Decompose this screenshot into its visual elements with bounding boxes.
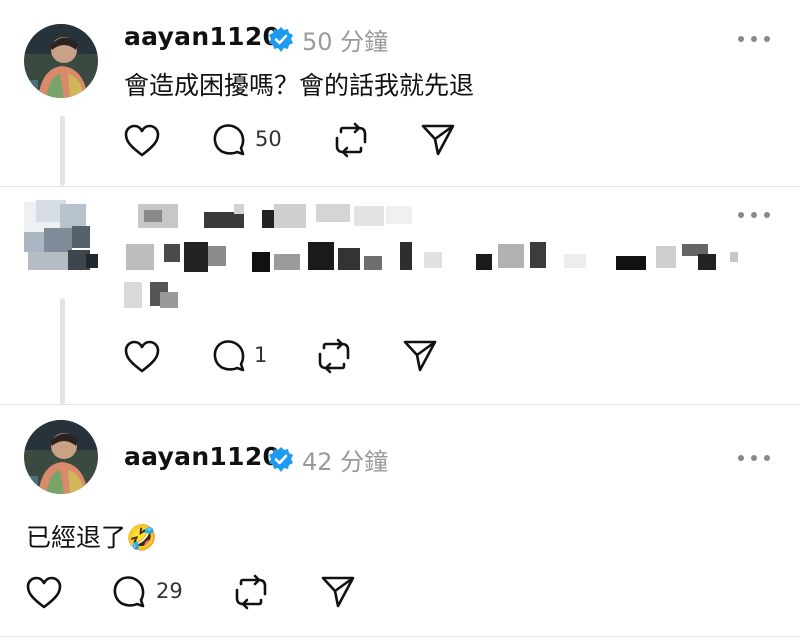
reply-count: 1 — [254, 343, 268, 367]
send-icon[interactable] — [420, 122, 456, 158]
thread-line — [60, 298, 65, 404]
more-icon[interactable] — [738, 34, 770, 44]
reply-count: 50 — [255, 127, 282, 151]
more-icon[interactable] — [738, 453, 770, 463]
repost-icon[interactable] — [233, 574, 269, 610]
username[interactable]: aayan1120 — [124, 22, 280, 51]
avatar[interactable] — [24, 196, 102, 280]
redacted-text — [124, 238, 744, 312]
post-text: 會造成困擾嗎？會的話我就先退 — [124, 71, 475, 100]
thread-line — [60, 116, 65, 186]
divider — [0, 636, 800, 637]
send-icon[interactable] — [320, 574, 356, 610]
repost-icon[interactable] — [333, 122, 369, 158]
username[interactable]: aayan1120 — [124, 442, 280, 471]
verified-badge-icon — [267, 446, 295, 474]
send-icon[interactable] — [402, 338, 438, 374]
divider — [0, 186, 800, 187]
timestamp: 50 分鐘 — [302, 28, 389, 56]
heart-icon[interactable] — [124, 124, 160, 158]
divider — [0, 404, 800, 405]
post-text: 已經退了🤣 — [26, 523, 158, 552]
more-icon[interactable] — [738, 210, 770, 220]
comment-icon[interactable] — [211, 338, 247, 374]
avatar[interactable] — [24, 420, 98, 494]
heart-icon[interactable] — [26, 576, 62, 610]
comment-icon[interactable] — [211, 122, 247, 158]
timestamp: 42 分鐘 — [302, 448, 389, 476]
verified-badge-icon — [267, 26, 295, 54]
redacted-username — [134, 200, 424, 234]
comment-icon[interactable] — [111, 574, 147, 610]
heart-icon[interactable] — [124, 340, 160, 374]
repost-icon[interactable] — [316, 338, 352, 374]
avatar[interactable] — [24, 24, 98, 98]
reply-count: 29 — [156, 579, 183, 603]
